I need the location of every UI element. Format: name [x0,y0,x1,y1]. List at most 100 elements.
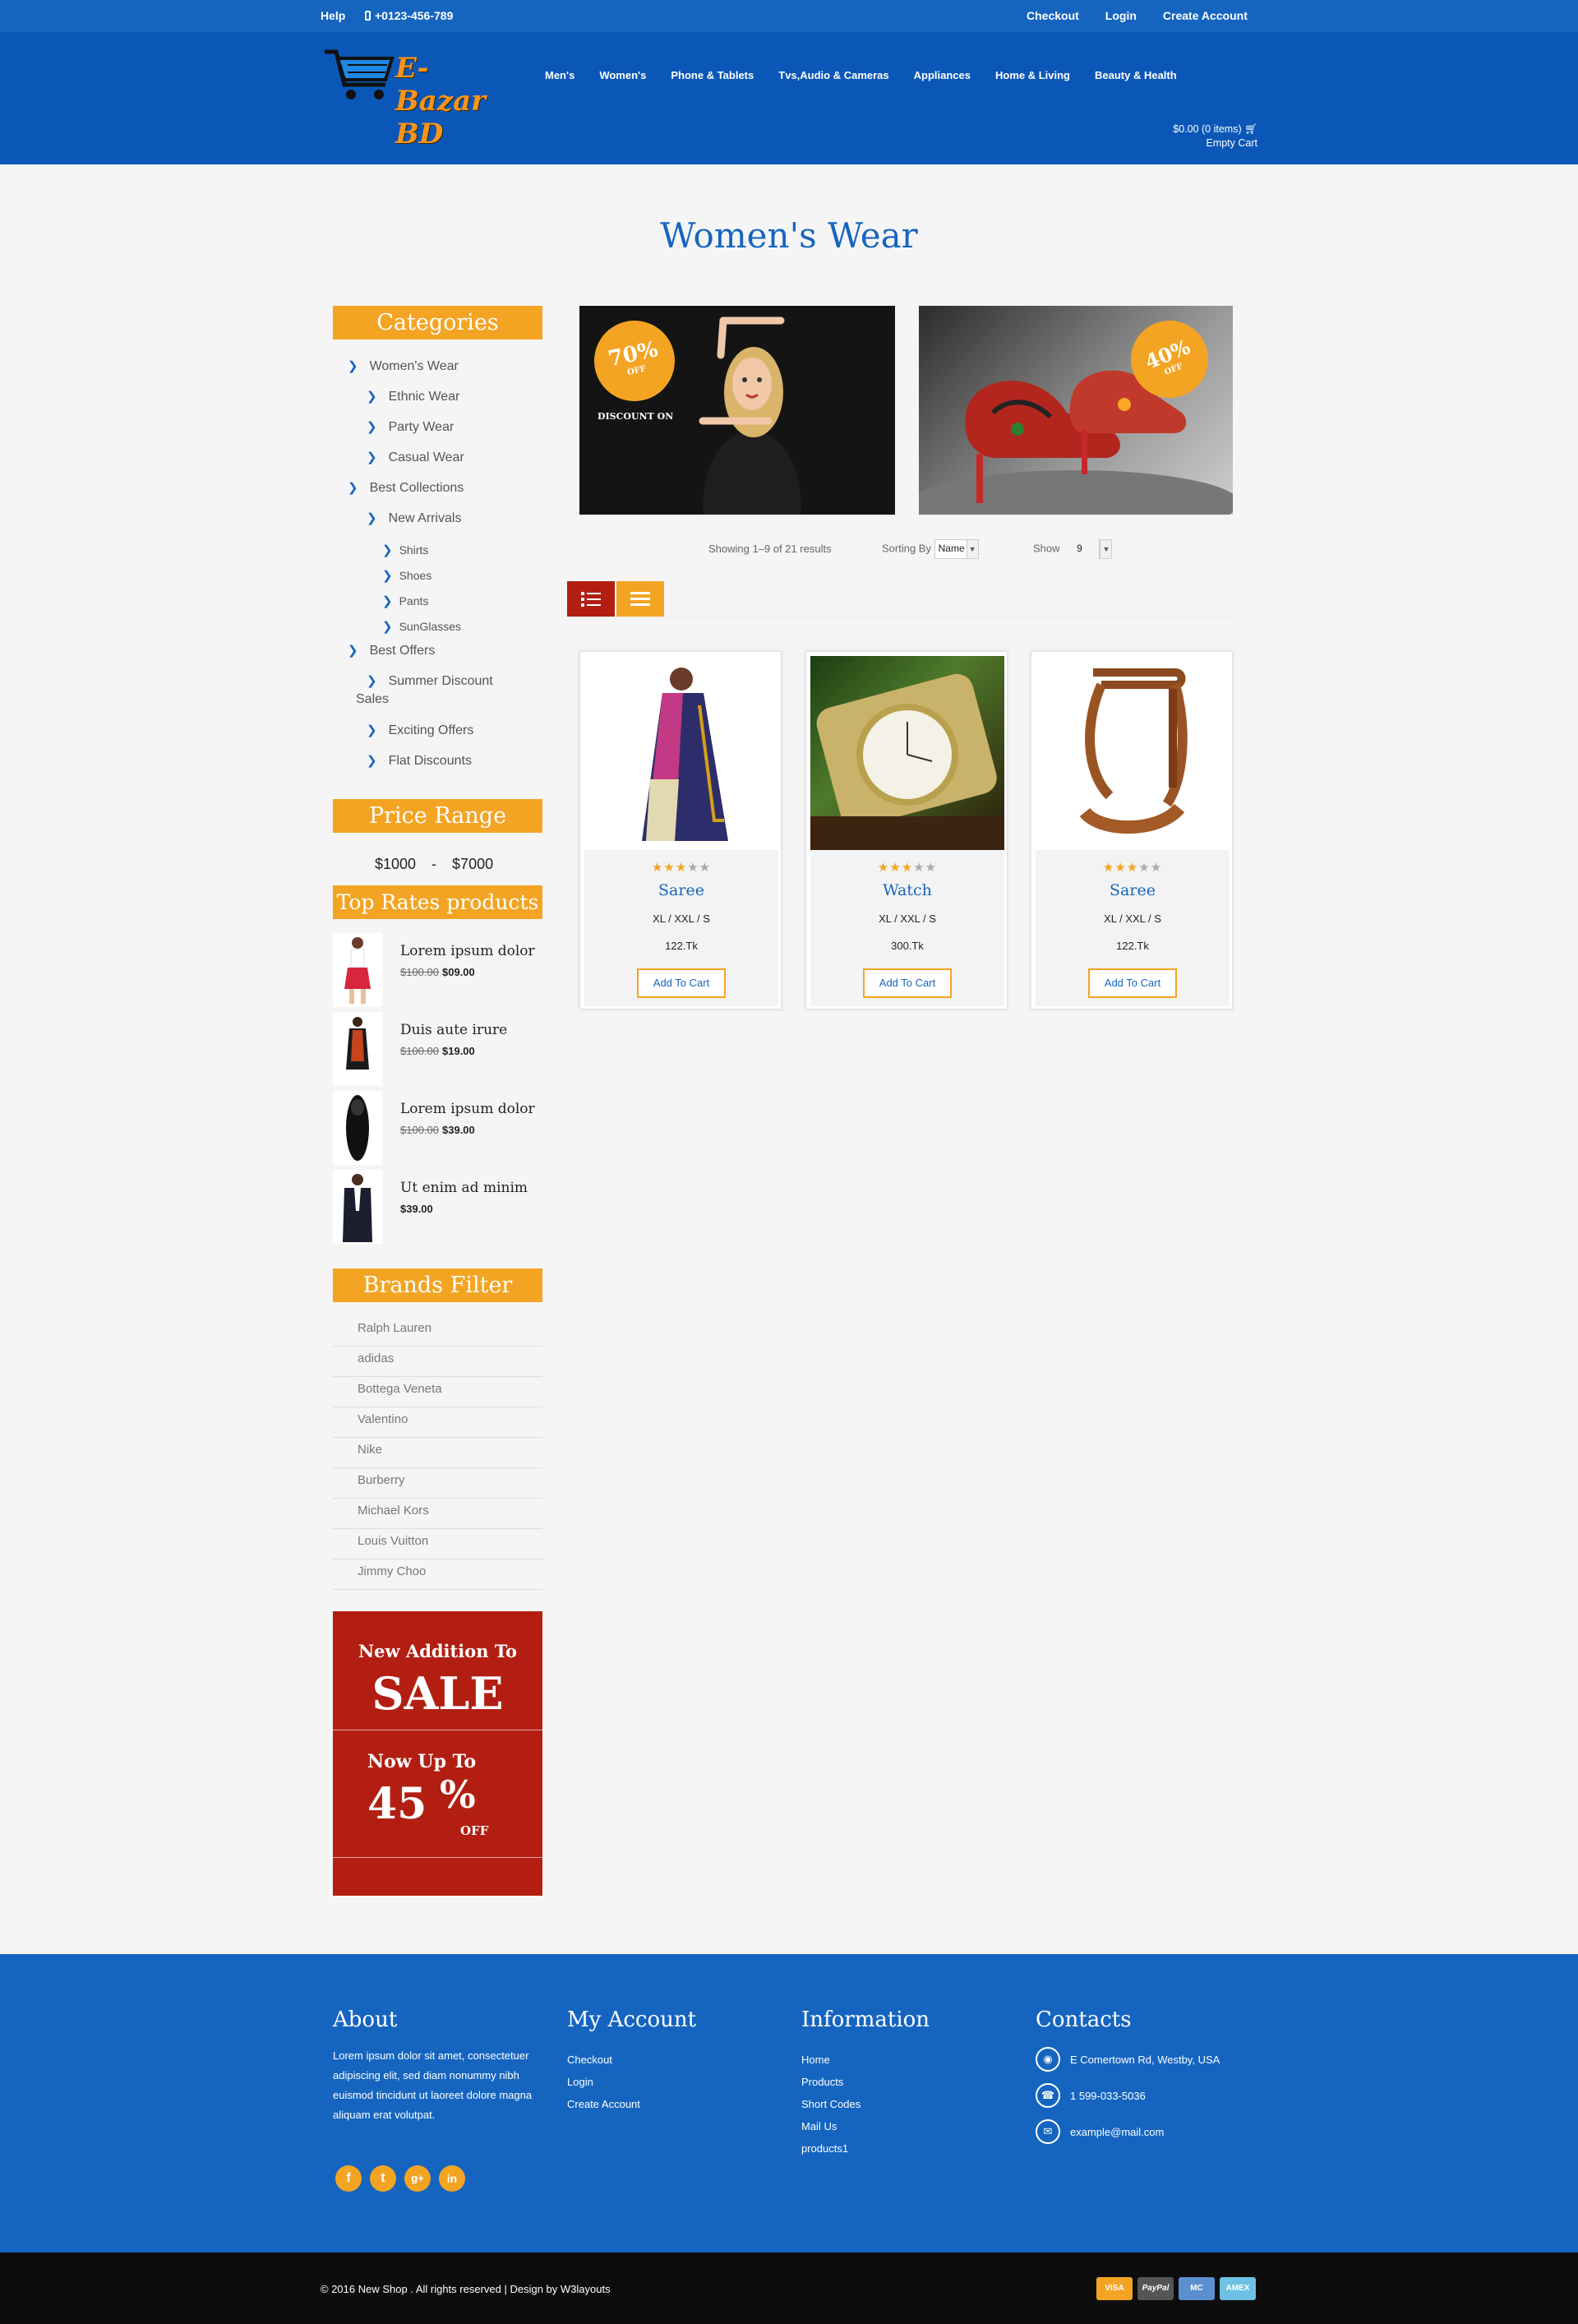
google-plus-icon[interactable]: g+ [404,2165,431,2192]
nav-home-living[interactable]: Home & Living [995,69,1070,81]
show-control: Show 9 ▼ [1033,539,1113,559]
product-name[interactable]: Saree [1036,881,1230,899]
category-sunglasses[interactable]: ❯ SunGlasses [382,619,461,634]
product-sizes: XL / XXL / S [879,913,936,925]
category-exciting-offers[interactable]: ❯ Exciting Offers [367,723,473,738]
top-rated-item[interactable]: Ut enim ad minim $39.00 [333,1170,542,1244]
brand-item[interactable]: Jimmy Choo [333,1559,542,1590]
product-thumbnail [333,1091,382,1165]
nav-beauty-health[interactable]: Beauty & Health [1095,69,1177,81]
promo-banner-shoes[interactable]: 40% OFF [919,306,1233,515]
add-to-cart-button[interactable]: Add To Cart [637,968,726,998]
category-label: Summer Discount [388,674,493,688]
sort-control: Sorting By Name ▼ [882,539,979,559]
sort-value: Name [938,543,965,554]
footer-home-link[interactable]: Home [801,2049,861,2071]
add-to-cart-button[interactable]: Add To Cart [1088,968,1177,998]
nav-appliances[interactable]: Appliances [914,69,971,81]
brand-item[interactable]: Nike [333,1438,542,1468]
nav-mens[interactable]: Men's [545,69,574,81]
show-select[interactable]: 9 [1073,539,1096,559]
bottom-bar: © 2016 New Shop . All rights reserved | … [0,2252,1578,2324]
category-new-arrivals[interactable]: ❯ New Arrivals [367,511,461,526]
header-cart[interactable]: $0.00 (0 items) 🛒︎ Empty Cart [1173,122,1257,150]
category-flat-discounts[interactable]: ❯ Flat Discounts [367,753,472,769]
brand-item[interactable]: Ralph Lauren [333,1316,542,1347]
product-name[interactable]: Saree [584,881,778,899]
sale-banner[interactable]: New Addition To SALE Now Up To 45 % OFF [333,1611,542,1896]
brand-item[interactable]: Valentino [333,1407,542,1438]
product-price: 122.Tk [1116,940,1149,952]
top-rated-item[interactable]: Lorem ipsum dolor $100.00 $39.00 [333,1091,542,1165]
sort-select[interactable]: Name ▼ [934,539,979,559]
show-dropdown[interactable]: ▼ [1099,539,1113,559]
star-icon: ★ [913,861,925,875]
promo-banner-women[interactable]: 70% OFF DISCOUNT ON [579,306,895,515]
shopping-cart-logo-icon [325,49,394,99]
grid-view-button[interactable] [616,581,664,617]
footer-email[interactable]: ✉ example@mail.com [1036,2119,1164,2144]
footer-phone: ☎ 1 599-033-5036 [1036,2083,1146,2108]
rating-stars: ★★★★★ [584,860,778,875]
nav-phone-tablets[interactable]: Phone & Tablets [671,69,754,81]
brand-item[interactable]: adidas [333,1347,542,1377]
phone-icon: ☎ [1036,2083,1060,2108]
top-create-account-link[interactable]: Create Account [1163,9,1248,22]
site-logo[interactable]: E-Bazar BD [323,44,509,150]
category-ethnic-wear[interactable]: ❯ Ethnic Wear [367,389,459,404]
copyright-text: © 2016 New Shop . All rights reserved | … [321,2283,611,2295]
empty-cart-link[interactable]: Empty Cart [1173,136,1257,150]
chevron-right-icon: ❯ [382,620,393,634]
list-view-button[interactable] [567,581,615,617]
price-range-value[interactable]: $1000 - $7000 [375,856,493,873]
chevron-right-icon: ❯ [382,594,393,608]
brand-item[interactable]: Michael Kors [333,1499,542,1529]
top-rated-item[interactable]: Lorem ipsum dolor $100.00 $09.00 [333,933,542,1007]
category-sales[interactable]: Sales [356,692,389,707]
help-link[interactable]: Help [321,9,345,22]
category-pants[interactable]: ❯ Pants [382,594,428,608]
product-card[interactable]: ★★★★★ Saree XL / XXL / S 122.Tk Add To C… [579,651,782,1010]
top-rated-title: Lorem ipsum dolor [400,1101,535,1117]
product-sizes: XL / XXL / S [653,913,710,925]
footer-mail-us-link[interactable]: Mail Us [801,2115,861,2137]
category-shirts[interactable]: ❯ Shirts [382,543,428,557]
footer-products-link[interactable]: Products [801,2071,861,2093]
top-checkout-link[interactable]: Checkout [1027,9,1079,22]
logo-text: E-Bazar BD [395,52,487,150]
top-rated-price: $100.00 $09.00 [400,966,475,978]
category-label: Women's Wear [369,359,459,373]
product-name[interactable]: Watch [810,881,1004,899]
product-card[interactable]: ★★★★★ Saree XL / XXL / S 122.Tk Add To C… [1031,651,1233,1010]
brand-item[interactable]: Louis Vuitton [333,1529,542,1559]
brand-item[interactable]: Bottega Veneta [333,1377,542,1407]
brand-item[interactable]: Burberry [333,1468,542,1499]
category-label: Ethnic Wear [388,390,460,404]
footer-short-codes-link[interactable]: Short Codes [801,2093,861,2115]
category-casual-wear[interactable]: ❯ Casual Wear [367,450,464,465]
product-price: 300.Tk [891,940,924,952]
footer-checkout-link[interactable]: Checkout [567,2049,640,2071]
nav-tvs-audio-cameras[interactable]: Tvs,Audio & Cameras [778,69,888,81]
add-to-cart-button[interactable]: Add To Cart [863,968,952,998]
top-bar: Help +0123-456-789 Checkout Login Create… [0,0,1578,32]
old-price: $100.00 [400,1045,439,1057]
category-best-offers[interactable]: ❯ Best Offers [348,643,435,658]
footer-create-account-link[interactable]: Create Account [567,2093,640,2115]
footer-login-link[interactable]: Login [567,2071,640,2093]
category-summer-discount[interactable]: ❯ Summer Discount [367,673,493,689]
category-best-collections[interactable]: ❯ Best Collections [348,480,464,496]
price-range-heading: Price Range [333,799,542,833]
nav-womens[interactable]: Women's [599,69,646,81]
linkedin-icon[interactable]: in [439,2165,465,2192]
category-womens-wear[interactable]: ❯ Women's Wear [348,358,459,374]
category-shoes[interactable]: ❯ Shoes [382,568,431,583]
top-rated-item[interactable]: Duis aute irure $100.00 $19.00 [333,1012,542,1086]
twitter-icon[interactable]: t [370,2165,396,2192]
category-party-wear[interactable]: ❯ Party Wear [367,419,454,435]
footer-products1-link[interactable]: products1 [801,2137,861,2160]
product-card[interactable]: ★★★★★ Watch XL / XXL / S 300.Tk Add To C… [805,651,1008,1010]
facebook-icon[interactable]: f [335,2165,362,2192]
star-icon: ★ [699,861,712,875]
top-login-link[interactable]: Login [1105,9,1137,22]
